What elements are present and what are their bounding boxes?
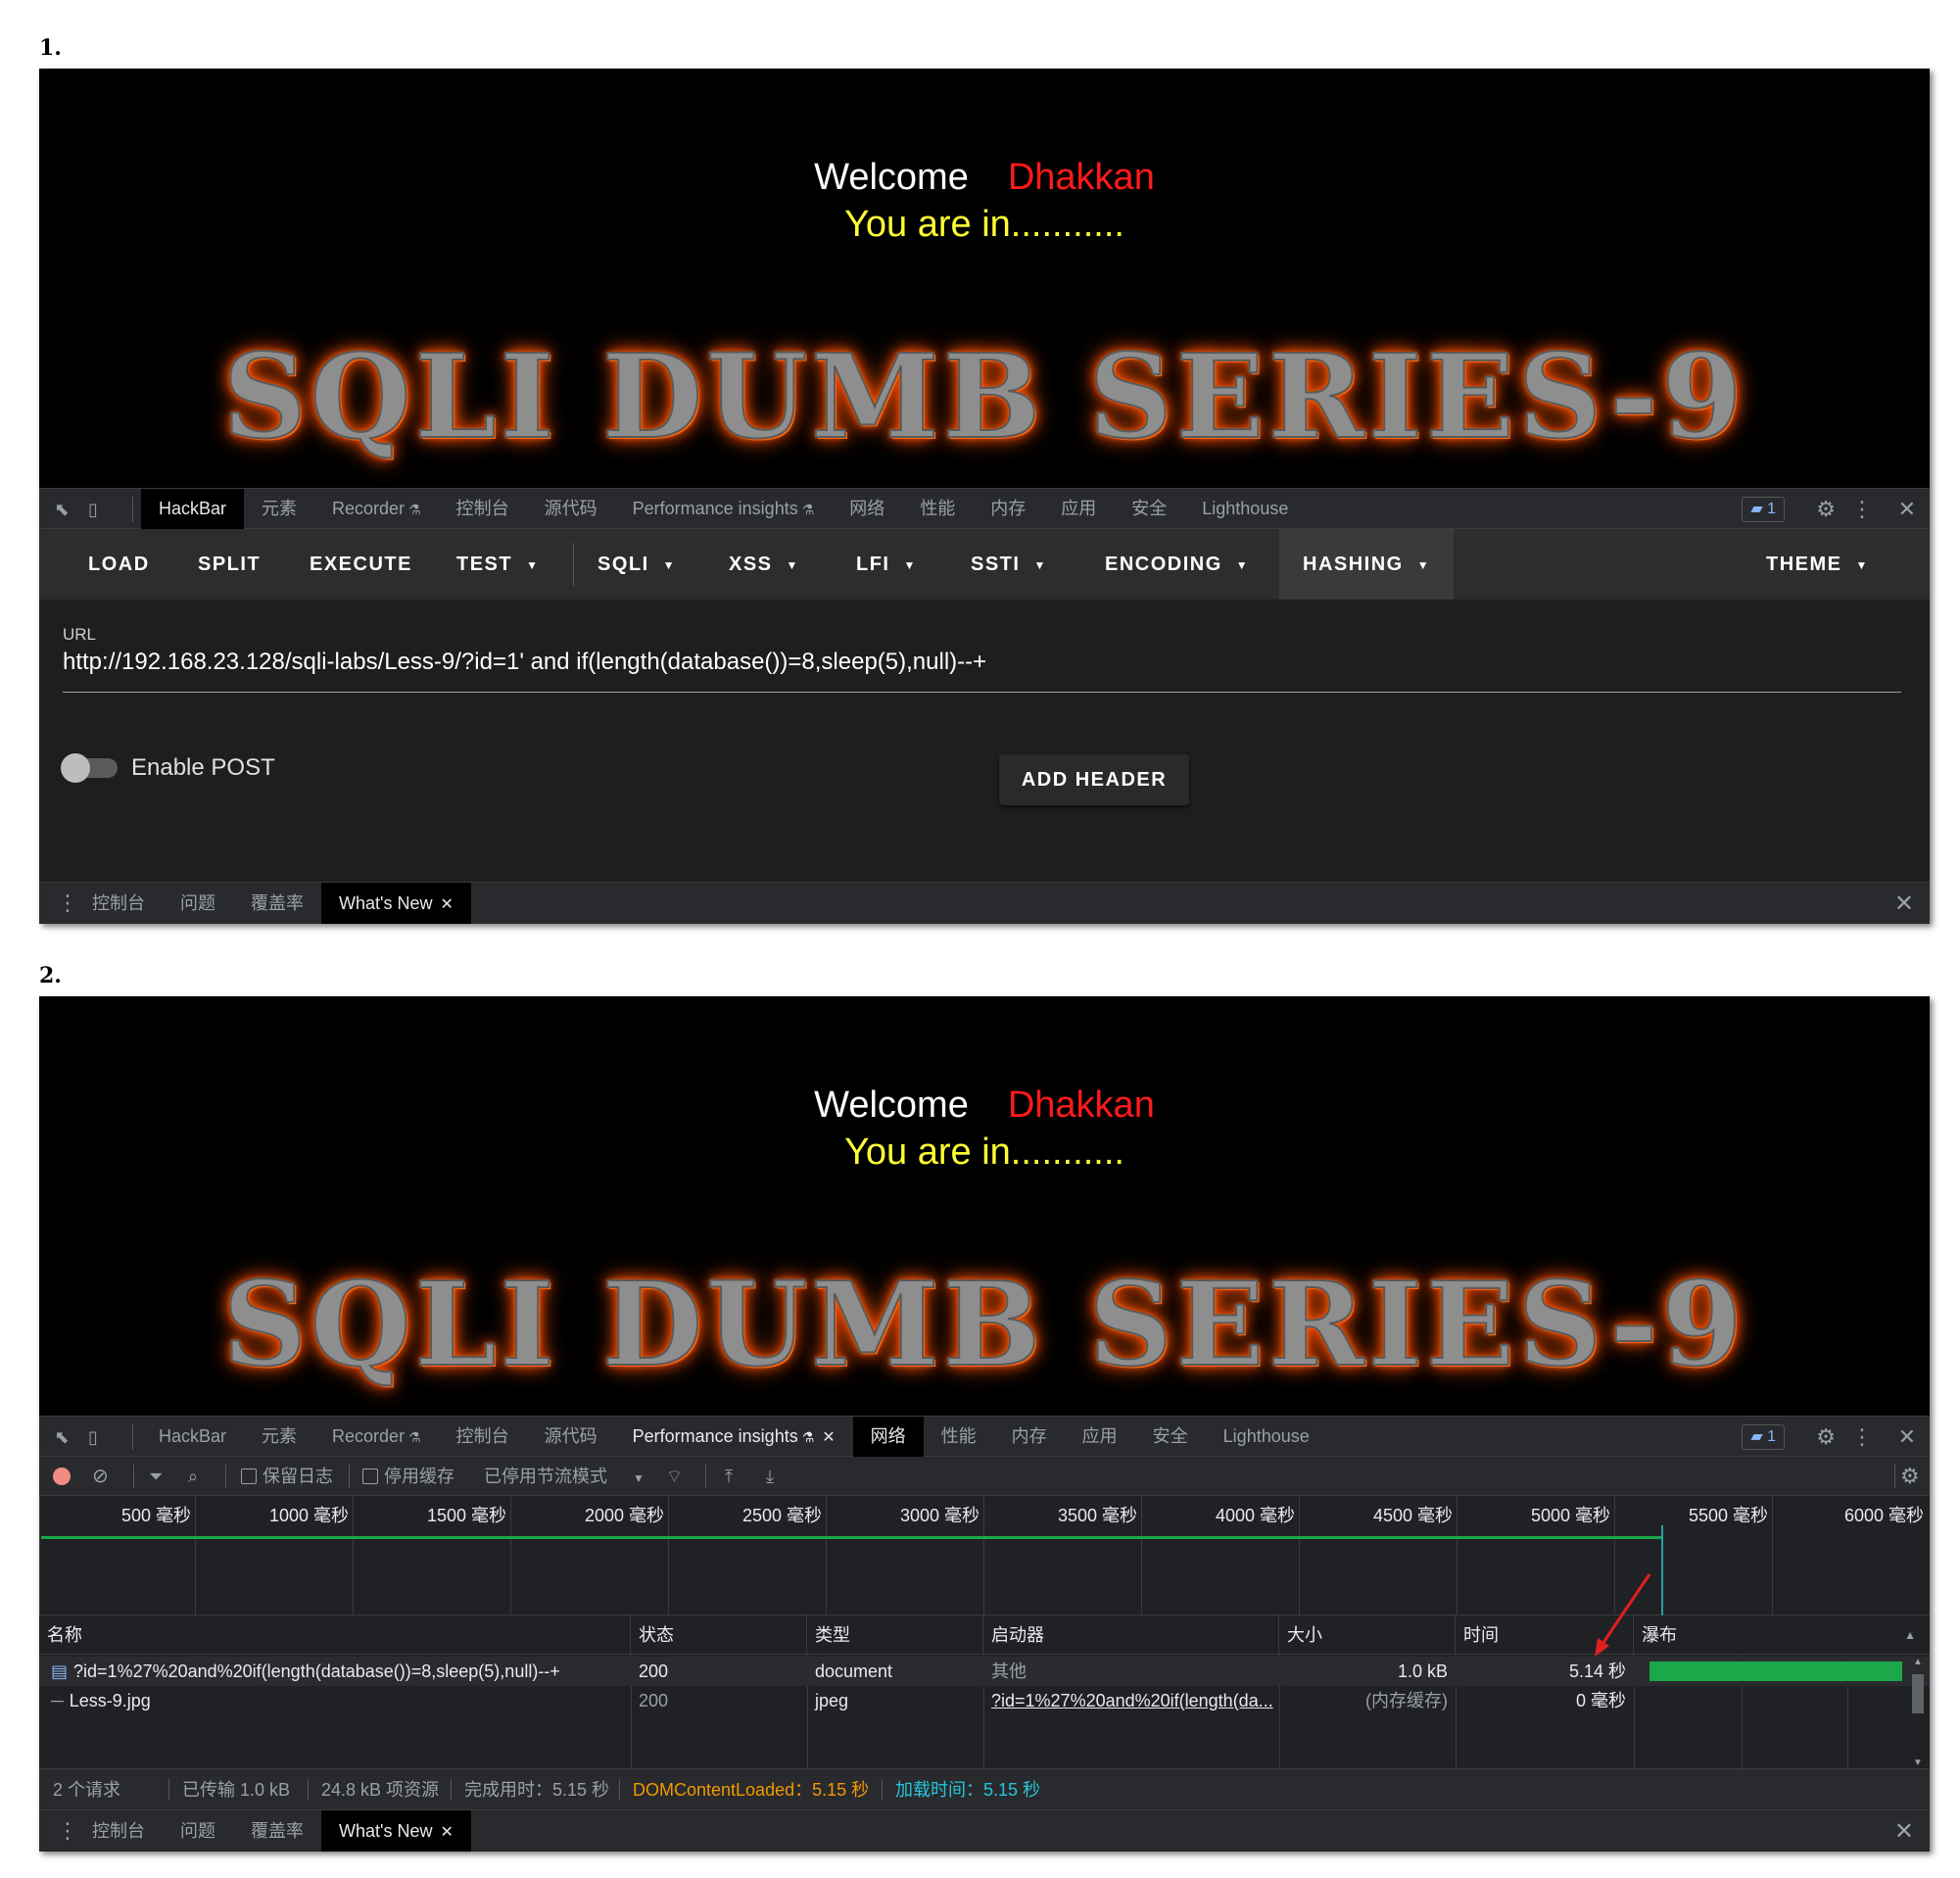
xss-label: XSS	[729, 554, 773, 575]
url-input[interactable]: http://192.168.23.128/sqli-labs/Less-9/?…	[63, 649, 986, 676]
sqli-label: SQLI	[598, 554, 649, 575]
welcome-text: Welcome	[814, 157, 969, 198]
sqli-menu[interactable]: SQLI ▼	[598, 529, 676, 600]
tab-performance[interactable]: 性能	[902, 489, 973, 529]
caret-down-icon: ▼	[1416, 557, 1431, 572]
flask-icon: ⚗	[801, 502, 815, 517]
tab-security[interactable]: 安全	[1114, 489, 1184, 529]
close-tab-icon[interactable]: ✕	[440, 896, 453, 913]
caret-down-icon: ▼	[1235, 557, 1250, 572]
hashing-label: HASHING	[1303, 554, 1404, 575]
drawer-tab-console[interactable]: 控制台	[74, 883, 163, 924]
devtools-tabbar: ⬉ ▯ HackBar 元素 Recorder ⚗ 控制台 源代码 Perform…	[39, 488, 1930, 529]
caret-down-icon: ▼	[786, 557, 799, 572]
issues-badge[interactable]: ▰ 1	[1742, 497, 1785, 522]
settings-icon[interactable]: ⚙	[1816, 497, 1836, 522]
test-menu[interactable]: TEST ▼	[456, 529, 540, 600]
annotation-arrow-head	[1595, 1638, 1609, 1657]
hackbar-menu: LOAD SPLIT EXECUTE TEST ▼ SQLI ▼ XSS ▼ LFI ▼…	[39, 529, 1930, 600]
caret-down-icon: ▼	[1033, 557, 1047, 572]
tab-console[interactable]: 控制台	[439, 489, 527, 529]
web-page: Welcome Dhakkan You are in........... SQL…	[39, 69, 1930, 488]
issues-count: 1	[1767, 501, 1776, 517]
hashing-menu[interactable]: HASHING ▼	[1279, 529, 1455, 600]
caret-down-icon: ▼	[662, 557, 677, 572]
annotation-arrow-line	[1599, 1573, 1651, 1648]
tab-sources[interactable]: 源代码	[527, 489, 615, 529]
annotation-arrow	[1595, 1573, 1651, 1657]
close-icon[interactable]: ✕	[1898, 497, 1916, 522]
hackbar-body: URL http://192.168.23.128/sqli-labs/Less…	[39, 600, 1930, 882]
step-label-2: 2.	[39, 963, 62, 988]
divider	[132, 497, 133, 522]
enable-post-toggle-knob[interactable]	[61, 753, 90, 783]
username-text: Dhakkan	[1007, 157, 1155, 198]
xss-menu[interactable]: XSS ▼	[729, 529, 799, 600]
divider	[573, 543, 574, 586]
encoding-menu[interactable]: ENCODING ▼	[1105, 529, 1249, 600]
step-label-1: 1.	[39, 35, 62, 61]
screenshot-2: Welcome Dhakkan You are in........... SQL…	[39, 996, 1930, 1852]
test-label: TEST	[456, 554, 513, 575]
theme-menu[interactable]: THEME ▼	[1766, 529, 1869, 600]
tab-hackbar[interactable]: HackBar	[141, 489, 245, 529]
drawer-tab-issues[interactable]: 问题	[163, 883, 233, 924]
url-underline	[63, 692, 1901, 693]
banner-title: SQLI DUMB SERIES-9	[222, 327, 1746, 465]
add-header-button[interactable]: ADD HEADER	[999, 754, 1189, 805]
welcome-line: Welcome Dhakkan	[39, 157, 1930, 199]
tab-network[interactable]: 网络	[832, 489, 902, 529]
tab-memory[interactable]: 内存	[973, 489, 1043, 529]
tab-elements[interactable]: 元素	[244, 489, 314, 529]
theme-label: THEME	[1766, 554, 1842, 575]
device-toolbar-icon[interactable]: ▯	[82, 499, 104, 520]
load-button[interactable]: LOAD	[88, 529, 150, 600]
drawer-tab-coverage[interactable]: 覆盖率	[233, 883, 321, 924]
tab-recorder-label: Recorder	[332, 499, 406, 518]
select-element-icon[interactable]: ⬉	[51, 499, 72, 520]
lfi-menu[interactable]: LFI ▼	[856, 529, 917, 600]
caret-down-icon: ▼	[903, 557, 917, 572]
ssti-label: SSTI	[971, 554, 1021, 575]
caret-down-icon: ▼	[526, 557, 540, 572]
caret-down-icon: ▼	[1855, 557, 1869, 572]
issues-icon: ▰	[1750, 501, 1763, 517]
tab-performance-insights[interactable]: Performance insights ⚗	[615, 489, 833, 529]
url-label: URL	[63, 625, 97, 644]
drawer-tab-whats-new[interactable]: What's New ✕	[321, 883, 471, 924]
encoding-label: ENCODING	[1105, 554, 1222, 575]
more-vert-icon[interactable]: ⋮	[1851, 497, 1873, 522]
ssti-menu[interactable]: SSTI ▼	[971, 529, 1047, 600]
close-drawer-icon[interactable]: ✕	[1894, 890, 1914, 918]
execute-button[interactable]: EXECUTE	[310, 529, 412, 600]
split-button[interactable]: SPLIT	[198, 529, 261, 600]
login-status-text: You are in...........	[844, 204, 1124, 245]
lfi-label: LFI	[856, 554, 890, 575]
screenshot-1: Welcome Dhakkan You are in........... SQL…	[39, 69, 1930, 924]
drawer-tab-whats-new-label: What's New	[339, 893, 433, 913]
tab-recorder[interactable]: Recorder ⚗	[314, 489, 439, 529]
tab-application[interactable]: 应用	[1043, 489, 1114, 529]
flask-icon: ⚗	[408, 502, 421, 517]
tab-lighthouse[interactable]: Lighthouse	[1184, 489, 1306, 529]
tab-performance-insights-label: Performance insights	[632, 499, 798, 518]
drawer-tabbar: ⋮ 控制台 问题 覆盖率 What's New ✕ ✕	[39, 882, 1930, 924]
enable-post-label: Enable POST	[131, 754, 275, 781]
